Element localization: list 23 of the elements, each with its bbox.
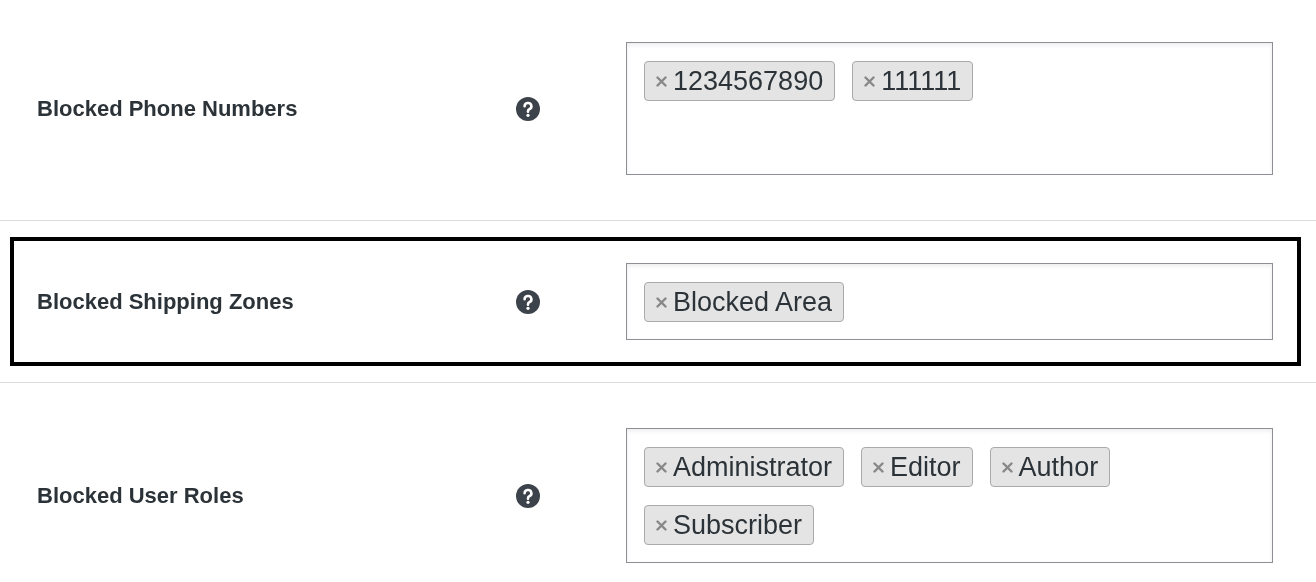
setting-label: Blocked Phone Numbers bbox=[37, 95, 299, 123]
selected-tag[interactable]: Author bbox=[989, 447, 1111, 487]
remove-icon[interactable] bbox=[656, 75, 667, 87]
selected-tag[interactable]: 111111 bbox=[852, 61, 974, 101]
selected-tag[interactable]: 1234567890 bbox=[644, 61, 836, 101]
multiselect-field[interactable]: 1234567890 111111 bbox=[626, 42, 1273, 175]
multiselect-field[interactable]: Blocked Area bbox=[626, 263, 1273, 340]
remove-icon[interactable] bbox=[656, 296, 667, 308]
multiselect-field[interactable]: Administrator Editor Author Subscriber bbox=[626, 428, 1273, 563]
remove-icon[interactable] bbox=[656, 519, 667, 531]
help-icon[interactable] bbox=[516, 289, 540, 314]
remove-icon[interactable] bbox=[873, 461, 885, 473]
remove-icon[interactable] bbox=[864, 75, 876, 87]
help-icon[interactable] bbox=[516, 483, 540, 508]
remove-icon[interactable] bbox=[656, 461, 667, 473]
setting-label: Blocked Shipping Zones bbox=[37, 288, 295, 316]
remove-icon[interactable] bbox=[1001, 461, 1013, 473]
selected-tag[interactable]: Administrator bbox=[644, 447, 845, 487]
help-icon[interactable] bbox=[516, 96, 540, 121]
selected-tag[interactable]: Blocked Area bbox=[644, 282, 845, 322]
selected-tag[interactable]: Subscriber bbox=[644, 505, 815, 545]
setting-label: Blocked User Roles bbox=[37, 482, 245, 510]
selected-tag[interactable]: Editor bbox=[861, 447, 973, 487]
